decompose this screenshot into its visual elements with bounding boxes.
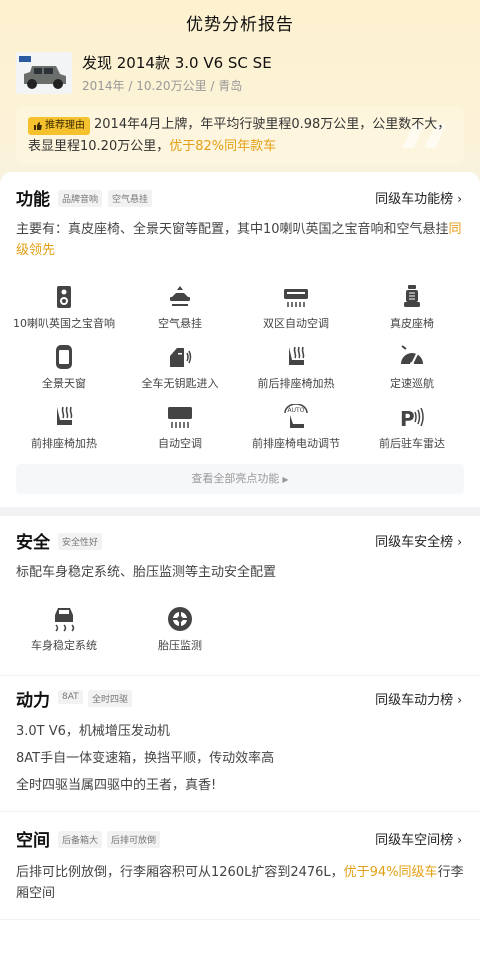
space-tag: 后排可放倒 xyxy=(107,831,161,848)
feature-parking-radar[interactable]: P 前后驻车雷达 xyxy=(356,404,468,451)
chevron-right-icon: › xyxy=(457,535,462,549)
safety-desc: 标配车身稳定系统、胎压监测等主动安全配置 xyxy=(16,565,277,580)
leather-seat-icon xyxy=(404,285,420,307)
feature-leather-seat[interactable]: 真皮座椅 xyxy=(356,284,468,331)
power-rank-link[interactable]: 同级车动力榜 › xyxy=(375,689,462,708)
parking-radar-icon: P xyxy=(400,407,424,430)
recommend-badge: 推荐理由 xyxy=(28,117,90,135)
feature-stability-control[interactable]: 车身稳定系统 xyxy=(8,606,120,653)
feature-seat-heating[interactable]: 前后排座椅加热 xyxy=(240,344,352,391)
function-title: 功能 xyxy=(16,190,50,210)
front-seat-heating-icon xyxy=(57,406,73,425)
power-line: 3.0T V6，机械增压发动机 xyxy=(16,724,170,739)
triangle-right-icon: ▶ xyxy=(282,475,289,484)
space-card: 空间 后备箱大 后排可放倒 同级车空间榜 › 后排可比例放倒，行李厢容积可从126… xyxy=(0,812,480,919)
recommend-highlight: 优于82%同年款车 xyxy=(169,139,277,154)
keyless-entry-icon xyxy=(170,348,192,367)
power-line: 全时四驱当属四驱中的王者，真香! xyxy=(16,778,217,793)
function-card: 功能 品牌音响 空气悬挂 同级车功能榜 › 主要有：真皮座椅、全景天窗等配置，其中… xyxy=(0,172,480,507)
feature-cruise-control[interactable]: 定速巡航 xyxy=(356,344,468,391)
power-card: 动力 8AT 全时四驱 同级车动力榜 › 3.0T V6，机械增压发动机 8AT手… xyxy=(0,676,480,811)
function-desc: 主要有：真皮座椅、全景天窗等配置，其中10喇叭英国之宝音响和空气悬挂同级领先 xyxy=(16,222,462,258)
power-title: 动力 xyxy=(16,691,50,711)
auto-ac-icon xyxy=(168,407,192,428)
feature-power-seat[interactable]: AUTO 前排座椅电动调节 xyxy=(240,404,352,451)
dual-zone-ac-icon xyxy=(284,289,308,307)
feature-tire-pressure[interactable]: 胎压监测 xyxy=(124,606,236,653)
recommend-text: 2014年4月上牌，年平均行驶里程0.98万公里，公里数不大，表显里程10.20… xyxy=(28,117,451,154)
safety-card: 安全 安全性好 同级车安全榜 › 标配车身稳定系统、胎压监测等主动安全配置 车身稳… xyxy=(0,516,480,675)
power-seat-icon: AUTO xyxy=(284,404,308,428)
feature-auto-ac[interactable]: 自动空调 xyxy=(124,404,236,451)
panoramic-sunroof-icon xyxy=(56,345,72,369)
feature-panoramic-sunroof[interactable]: 全景天窗 xyxy=(8,344,120,391)
chevron-right-icon: › xyxy=(457,192,462,206)
feature-speaker[interactable]: 10喇叭英国之宝音响 xyxy=(8,284,120,331)
safety-title: 安全 xyxy=(16,533,50,553)
next-card-partial xyxy=(0,920,480,959)
power-tag: 8AT xyxy=(58,690,83,704)
thumb-up-icon xyxy=(34,122,42,130)
safety-rank-link[interactable]: 同级车安全榜 › xyxy=(375,531,462,550)
air-suspension-icon xyxy=(170,286,190,306)
cruise-control-icon xyxy=(401,345,423,366)
page-title: 优势分析报告 xyxy=(186,15,294,35)
power-tag: 全时四驱 xyxy=(88,690,133,707)
svg-text:P: P xyxy=(400,407,415,430)
function-tag: 空气悬挂 xyxy=(108,190,153,207)
chevron-right-icon: › xyxy=(457,693,462,707)
space-rank-link[interactable]: 同级车空间榜 › xyxy=(375,829,462,848)
feature-keyless-entry[interactable]: 全车无钥匙进入 xyxy=(124,344,236,391)
space-title: 空间 xyxy=(16,831,50,851)
function-tag: 品牌音响 xyxy=(58,190,103,207)
feature-air-suspension[interactable]: 空气悬挂 xyxy=(124,284,236,331)
space-desc: 后排可比例放倒，行李厢容积可从1260L扩容到2476L，优于94%同级车行李厢… xyxy=(16,865,464,901)
feature-front-seat-heating[interactable]: 前排座椅加热 xyxy=(8,404,120,451)
car-name: 发现 2014款 3.0 V6 SC SE xyxy=(82,54,272,72)
view-all-features-button[interactable]: 查看全部亮点功能 ▶ xyxy=(16,464,464,494)
feature-dual-zone-ac[interactable]: 双区自动空调 xyxy=(240,284,352,331)
recommend-reason-box: 2014年4月上牌，年平均行驶里程0.98万公里，公里数不大，表显里程10.20… xyxy=(16,106,464,164)
chevron-right-icon: › xyxy=(457,833,462,847)
speaker-icon xyxy=(57,286,71,308)
stability-control-icon xyxy=(55,608,75,632)
power-line: 8AT手自一体变速箱，换挡平顺，传动效率高 xyxy=(16,751,275,766)
svg-text:AUTO: AUTO xyxy=(288,407,305,414)
seat-heating-icon xyxy=(289,346,305,365)
safety-tag: 安全性好 xyxy=(58,533,103,550)
car-thumbnail[interactable] xyxy=(16,52,72,94)
tire-pressure-icon xyxy=(168,607,192,631)
function-rank-link[interactable]: 同级车功能榜 › xyxy=(375,188,462,207)
space-tag: 后备箱大 xyxy=(58,831,103,848)
car-meta: 2014年 / 10.20万公里 / 青岛 xyxy=(82,79,243,93)
